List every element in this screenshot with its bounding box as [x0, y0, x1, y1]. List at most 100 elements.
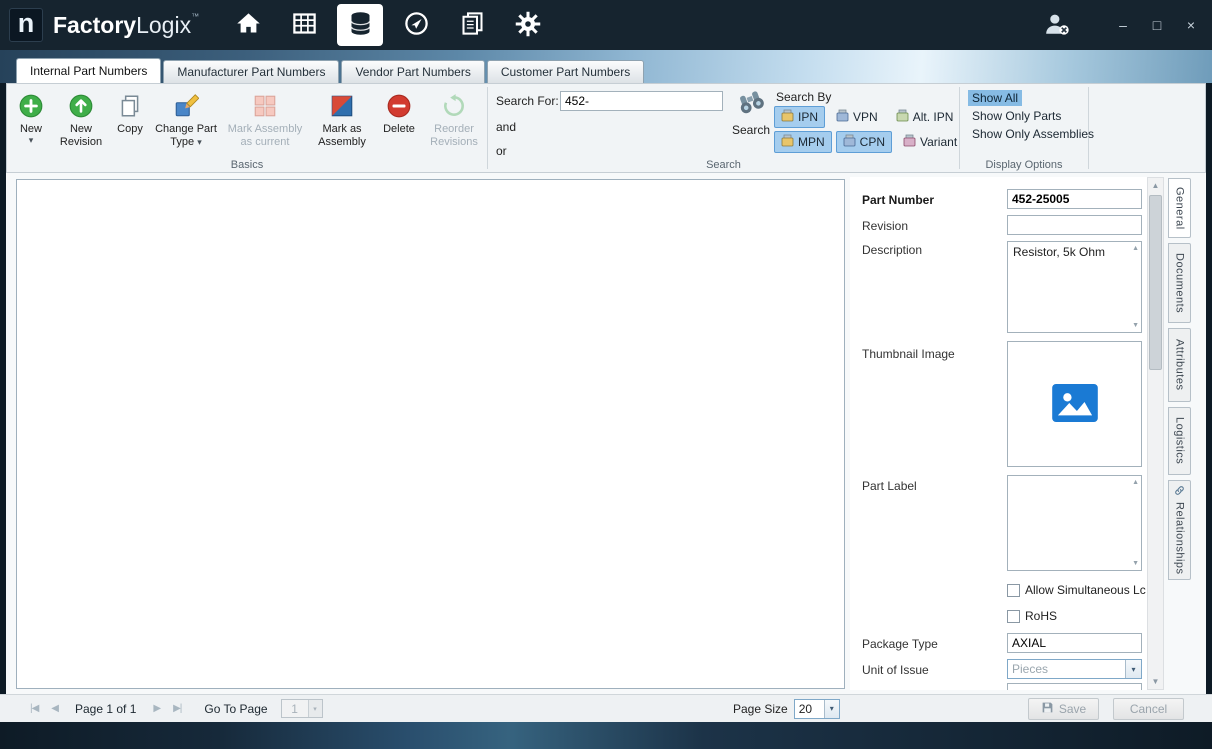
- search-button[interactable]: Search: [726, 89, 776, 137]
- nav-documents-button[interactable]: [449, 4, 495, 46]
- allow-simultaneous-checkbox[interactable]: [1007, 584, 1020, 597]
- part-label-textarea[interactable]: ▲ ▼: [1007, 475, 1142, 571]
- ipn-icon: [781, 109, 794, 125]
- filter-variant-label: Variant: [920, 135, 957, 149]
- documents-icon: [459, 10, 486, 40]
- ribbon-group-basics: New ▾ New Revision Copy Change Part Type…: [7, 84, 487, 172]
- nav-home-button[interactable]: [225, 4, 271, 46]
- trademark-symbol: ™: [191, 12, 199, 21]
- description-textarea[interactable]: Resistor, 5k Ohm ▲ ▼: [1007, 241, 1142, 333]
- description-scroll-up-icon[interactable]: ▲: [1132, 245, 1139, 252]
- package-type-input[interactable]: [1007, 633, 1142, 653]
- vpn-icon: [836, 109, 849, 125]
- filter-vpn-toggle[interactable]: VPN: [829, 106, 885, 128]
- mark-assembly-current-label: Mark Assembly as current: [225, 123, 305, 149]
- nav-navigator-button[interactable]: [393, 4, 439, 46]
- rohs-row: RoHS: [1007, 609, 1057, 623]
- rohs-checkbox[interactable]: [1007, 610, 1020, 623]
- side-tab-attributes[interactable]: Attributes: [1168, 328, 1191, 402]
- scrollbar-up-icon[interactable]: ▲: [1148, 178, 1163, 193]
- part-label-label: Part Label: [862, 479, 917, 493]
- mark-as-assembly-button[interactable]: Mark as Assembly: [311, 88, 373, 149]
- part-detail-form: Part Number Revision Description Resisto…: [850, 177, 1147, 690]
- page-size-label: Page Size: [733, 702, 788, 716]
- mark-as-assembly-icon: [329, 91, 355, 121]
- binoculars-search-icon: [735, 89, 767, 118]
- side-tab-documents[interactable]: Documents: [1168, 243, 1191, 323]
- form-scrollbar[interactable]: ▲ ▼: [1147, 177, 1164, 690]
- filter-cpn-toggle[interactable]: CPN: [836, 131, 892, 153]
- maximize-button[interactable]: □: [1148, 18, 1166, 32]
- scrollbar-down-icon[interactable]: ▼: [1148, 674, 1163, 689]
- unit-of-issue-caret-icon[interactable]: ▾: [1125, 660, 1141, 678]
- show-all-option[interactable]: Show All: [968, 90, 1022, 106]
- show-only-parts-option[interactable]: Show Only Parts: [968, 108, 1065, 124]
- search-group-label: Search: [488, 159, 959, 171]
- search-by-label: Search By: [776, 90, 831, 104]
- tab-customer-part-numbers[interactable]: Customer Part Numbers: [487, 60, 644, 83]
- mark-as-assembly-label: Mark as Assembly: [311, 123, 373, 149]
- thumbnail-image-box[interactable]: [1007, 341, 1142, 467]
- delete-button[interactable]: Delete: [379, 88, 419, 136]
- new-button[interactable]: New ▾: [13, 88, 49, 145]
- package-type-label: Package Type: [862, 637, 938, 651]
- change-part-type-button[interactable]: Change Part Type ▾: [153, 88, 219, 149]
- page-indicator: Page 1 of 1: [75, 702, 136, 716]
- mpn-icon: [781, 134, 794, 150]
- statusbar: |◀ ◀ Page 1 of 1 ▶ ▶| Go To Page 1 ▾ Pag…: [0, 694, 1212, 722]
- page-size-select[interactable]: 20 ▾: [794, 699, 840, 719]
- filter-mpn-toggle[interactable]: MPN: [774, 131, 832, 153]
- unit-of-issue-value: Pieces: [1008, 662, 1125, 676]
- part-number-input[interactable]: [1007, 189, 1142, 209]
- unit-of-issue-select[interactable]: Pieces ▾: [1007, 659, 1142, 679]
- filter-vpn-label: VPN: [853, 110, 878, 124]
- thumbnail-image-label: Thumbnail Image: [862, 347, 955, 361]
- reorder-revisions-button: Reorder Revisions: [425, 88, 483, 149]
- show-only-assemblies-option[interactable]: Show Only Assemblies: [968, 126, 1098, 142]
- parts-database-icon: [347, 10, 374, 40]
- tab-manufacturer-part-numbers[interactable]: Manufacturer Part Numbers: [163, 60, 339, 83]
- logout-user-button[interactable]: [1042, 11, 1072, 40]
- app-title: FactoryLogix™: [53, 12, 199, 39]
- page-size-caret-icon[interactable]: ▾: [824, 700, 839, 718]
- reorder-revisions-icon: [441, 91, 467, 121]
- image-placeholder-icon: [1052, 384, 1098, 425]
- filter-ipn-toggle[interactable]: IPN: [774, 106, 825, 128]
- part-label-scroll-down-icon[interactable]: ▼: [1132, 560, 1139, 567]
- scrollbar-thumb[interactable]: [1149, 195, 1162, 370]
- revision-input[interactable]: [1007, 215, 1142, 235]
- copy-button[interactable]: Copy: [113, 88, 147, 136]
- top-tabs: Internal Part Numbers Manufacturer Part …: [16, 58, 646, 83]
- new-revision-button[interactable]: New Revision: [55, 88, 107, 149]
- part-label-scroll-up-icon[interactable]: ▲: [1132, 479, 1139, 486]
- part-results-list[interactable]: [16, 179, 845, 689]
- new-dropdown-caret-icon: ▾: [29, 136, 34, 145]
- cancel-label: Cancel: [1130, 702, 1167, 716]
- titlebar: n FactoryLogix™ – □ ×: [0, 0, 1212, 50]
- side-tab-general[interactable]: General: [1168, 178, 1191, 238]
- ribbon-toolbar: New ▾ New Revision Copy Change Part Type…: [6, 83, 1206, 173]
- side-tab-relationships[interactable]: Relationships: [1168, 480, 1191, 580]
- nav-parts-button[interactable]: [337, 4, 383, 46]
- tab-internal-part-numbers[interactable]: Internal Part Numbers: [16, 58, 161, 83]
- filter-alt-ipn-toggle[interactable]: Alt. IPN: [889, 106, 961, 128]
- brand-factory: Factory: [53, 12, 136, 38]
- minimize-button[interactable]: –: [1114, 18, 1132, 32]
- nav-settings-button[interactable]: [505, 4, 551, 46]
- save-button[interactable]: Save: [1028, 698, 1099, 720]
- new-revision-label: New Revision: [55, 123, 107, 149]
- cancel-button[interactable]: Cancel: [1113, 698, 1184, 720]
- ribbon-group-search: Search For: and or Search Search By IPN …: [488, 84, 959, 172]
- search-input[interactable]: [560, 91, 723, 111]
- allow-simultaneous-row: Allow Simultaneous Lc: [1007, 583, 1146, 597]
- next-page-icon: ▶: [153, 703, 160, 714]
- new-revision-up-icon: [68, 91, 94, 121]
- filter-variant-toggle[interactable]: Variant: [896, 131, 964, 153]
- brand-logix: Logix: [136, 12, 191, 38]
- close-button[interactable]: ×: [1182, 18, 1200, 32]
- description-scroll-down-icon[interactable]: ▼: [1132, 322, 1139, 329]
- tab-vendor-part-numbers[interactable]: Vendor Part Numbers: [341, 60, 484, 83]
- side-tab-logistics[interactable]: Logistics: [1168, 407, 1191, 475]
- nav-worksheets-button[interactable]: [281, 4, 327, 46]
- allow-simultaneous-label: Allow Simultaneous Lc: [1025, 583, 1146, 597]
